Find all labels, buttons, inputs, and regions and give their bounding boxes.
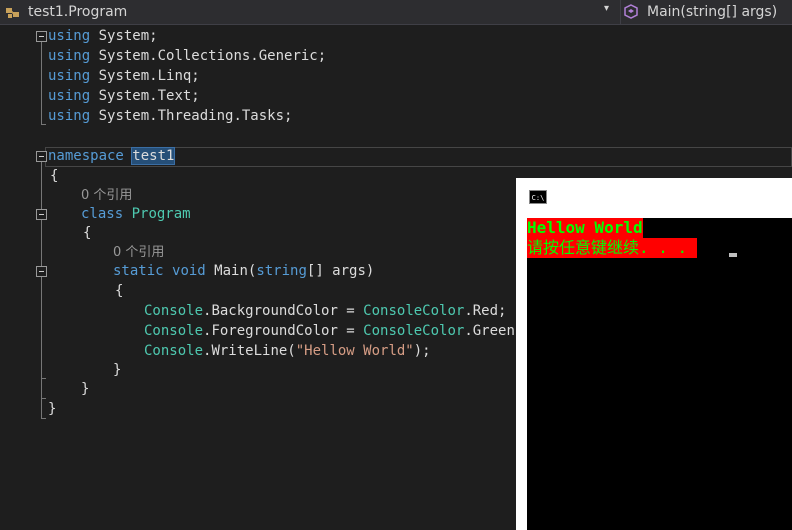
console-icon: C:\ [529, 190, 547, 204]
code-line: } [81, 381, 90, 397]
class-icon [6, 8, 19, 18]
code-line: Console.WriteLine("Hellow World"); [144, 343, 431, 359]
console-line: 请按任意键继续. . . [527, 238, 697, 258]
codelens[interactable]: 0 个引用 [113, 242, 164, 262]
code-line: using System; [48, 28, 158, 44]
code-line: using System.Threading.Tasks; [48, 108, 293, 124]
outline-line [41, 418, 46, 419]
console-output: Hellow World 请按任意键继续. . . [527, 218, 792, 530]
code-line: using System.Text; [48, 88, 200, 104]
code-line: class Program [81, 206, 191, 222]
code-line: using System.Collections.Generic; [48, 48, 327, 64]
outline-line [41, 124, 46, 125]
selected-identifier: test1 [131, 147, 176, 165]
console-line: Hellow World [527, 218, 643, 238]
code-line: { [115, 283, 124, 299]
member-dropdown-label: Main(string[] args) [647, 4, 778, 20]
collapse-icon[interactable] [36, 209, 47, 220]
class-dropdown[interactable]: test1.Program [4, 0, 616, 24]
console-cursor [729, 253, 737, 257]
chevron-down-icon[interactable]: ▾ [604, 3, 609, 14]
code-line: } [48, 401, 57, 417]
code-line: using System.Linq; [48, 68, 200, 84]
code-line: namespace test1 [48, 147, 176, 165]
code-line: static void Main(string[] args) [113, 263, 375, 279]
member-dropdown[interactable]: Main(string[] args) [620, 0, 792, 24]
console-title-bar[interactable]: C:\ [516, 178, 792, 218]
code-line: } [113, 362, 122, 378]
outline-line [41, 42, 42, 124]
code-line: { [50, 168, 59, 184]
collapse-icon[interactable] [36, 151, 47, 162]
codelens[interactable]: 0 个引用 [81, 185, 132, 205]
code-line: Console.BackgroundColor = ConsoleColor.R… [144, 303, 507, 319]
code-line: { [83, 225, 92, 241]
editor-gutter [0, 25, 24, 530]
console-window[interactable]: C:\ Hellow World 请按任意键继续. . . [516, 178, 792, 530]
outline-line [41, 398, 46, 399]
outline-line [41, 378, 46, 379]
collapse-icon[interactable] [36, 266, 47, 277]
navigation-bar: test1.Program ▾ Main(string[] args) [0, 0, 792, 25]
outline-line [41, 162, 42, 418]
code-line: Console.ForegroundColor = ConsoleColor.G… [144, 323, 524, 339]
collapse-icon[interactable] [36, 31, 47, 42]
method-icon [624, 4, 638, 19]
class-dropdown-label: test1.Program [28, 4, 128, 20]
